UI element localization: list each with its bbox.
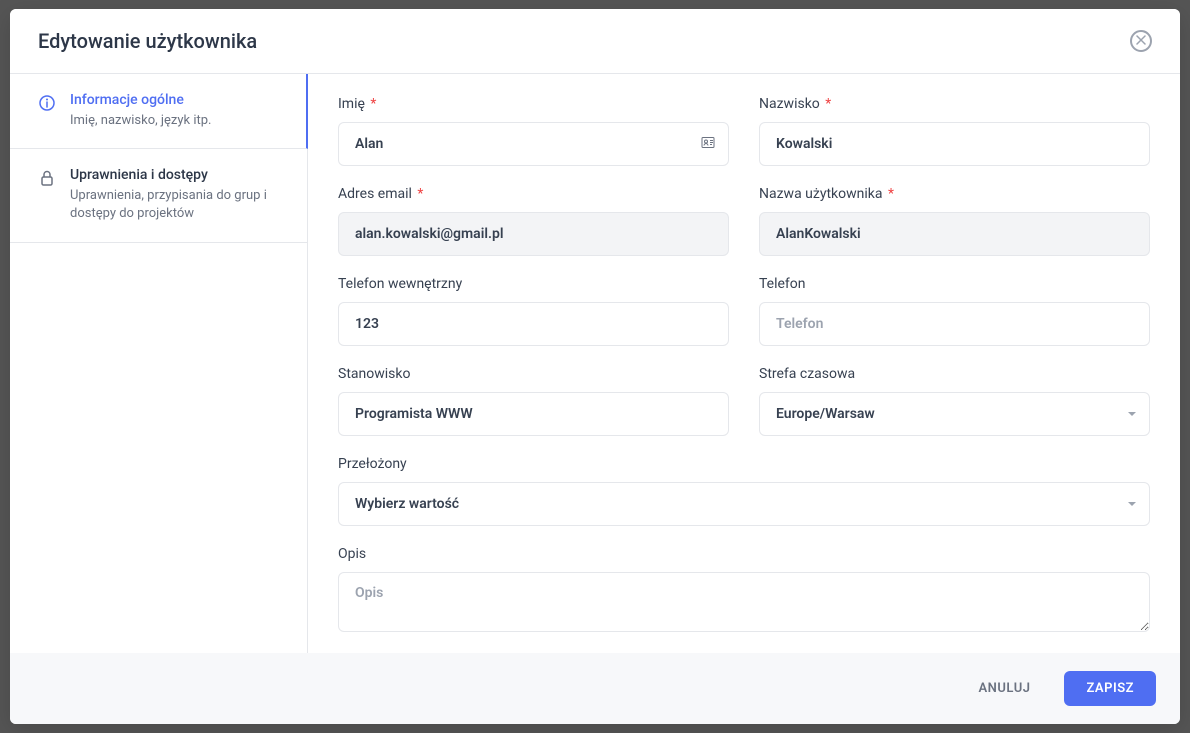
- field-internal-phone: Telefon wewnętrzny: [338, 276, 729, 346]
- contact-card-icon: [701, 135, 715, 154]
- field-label: Strefa czasowa: [759, 366, 1150, 382]
- save-button[interactable]: ZAPISZ: [1064, 671, 1156, 706]
- field-label: Adres email *: [338, 186, 729, 202]
- sidebar-item-title: Informacje ogólne: [70, 92, 288, 108]
- info-icon: [38, 94, 56, 112]
- sidebar-item-sub: Uprawnienia, przypisania do grup i dostę…: [70, 187, 289, 223]
- field-timezone: Strefa czasowa Europe/Warsaw: [759, 366, 1150, 436]
- field-last-name: Nazwisko *: [759, 96, 1150, 166]
- field-label: Telefon wewnętrzny: [338, 276, 729, 292]
- field-label: Opis: [338, 546, 1150, 562]
- supervisor-select[interactable]: Wybierz wartość: [338, 482, 1150, 526]
- timezone-select[interactable]: Europe/Warsaw: [759, 392, 1150, 436]
- field-position: Stanowisko: [338, 366, 729, 436]
- field-label: Telefon: [759, 276, 1150, 292]
- edit-user-modal: Edytowanie użytkownika Informacje ogólne…: [10, 9, 1180, 724]
- field-label: Stanowisko: [338, 366, 729, 382]
- field-label: Imię *: [338, 96, 729, 112]
- description-textarea[interactable]: [338, 572, 1150, 632]
- field-supervisor: Przełożony Wybierz wartość: [338, 456, 1150, 526]
- sidebar-item-permissions[interactable]: Uprawnienia i dostępy Uprawnienia, przyp…: [10, 149, 307, 242]
- sidebar-item-general[interactable]: Informacje ogólne Imię, nazwisko, język …: [10, 74, 308, 149]
- email-input: [338, 212, 729, 256]
- sidebar-item-sub: Imię, nazwisko, język itp.: [70, 112, 288, 130]
- modal-body: Informacje ogólne Imię, nazwisko, język …: [10, 74, 1180, 653]
- sidebar: Informacje ogólne Imię, nazwisko, język …: [10, 74, 308, 653]
- field-first-name: Imię *: [338, 96, 729, 166]
- lock-icon: [38, 169, 56, 187]
- form-content: Imię * Nazwisko *: [308, 74, 1180, 653]
- field-label: Przełożony: [338, 456, 1150, 472]
- close-button[interactable]: [1130, 30, 1152, 52]
- modal-header: Edytowanie użytkownika: [10, 9, 1180, 74]
- field-username: Nazwa użytkownika *: [759, 186, 1150, 256]
- position-input[interactable]: [338, 392, 729, 436]
- cancel-button[interactable]: ANULUJ: [957, 671, 1053, 706]
- field-description: Opis: [338, 546, 1150, 636]
- internal-phone-input[interactable]: [338, 302, 729, 346]
- field-phone: Telefon: [759, 276, 1150, 346]
- field-label: Nazwa użytkownika *: [759, 186, 1150, 202]
- username-input: [759, 212, 1150, 256]
- phone-input[interactable]: [759, 302, 1150, 346]
- sidebar-item-title: Uprawnienia i dostępy: [70, 167, 289, 183]
- modal-title: Edytowanie użytkownika: [38, 29, 257, 53]
- first-name-input[interactable]: [338, 122, 729, 166]
- field-label: Nazwisko *: [759, 96, 1150, 112]
- field-email: Adres email *: [338, 186, 729, 256]
- modal-footer: ANULUJ ZAPISZ: [10, 653, 1180, 724]
- close-icon: [1136, 35, 1146, 47]
- last-name-input[interactable]: [759, 122, 1150, 166]
